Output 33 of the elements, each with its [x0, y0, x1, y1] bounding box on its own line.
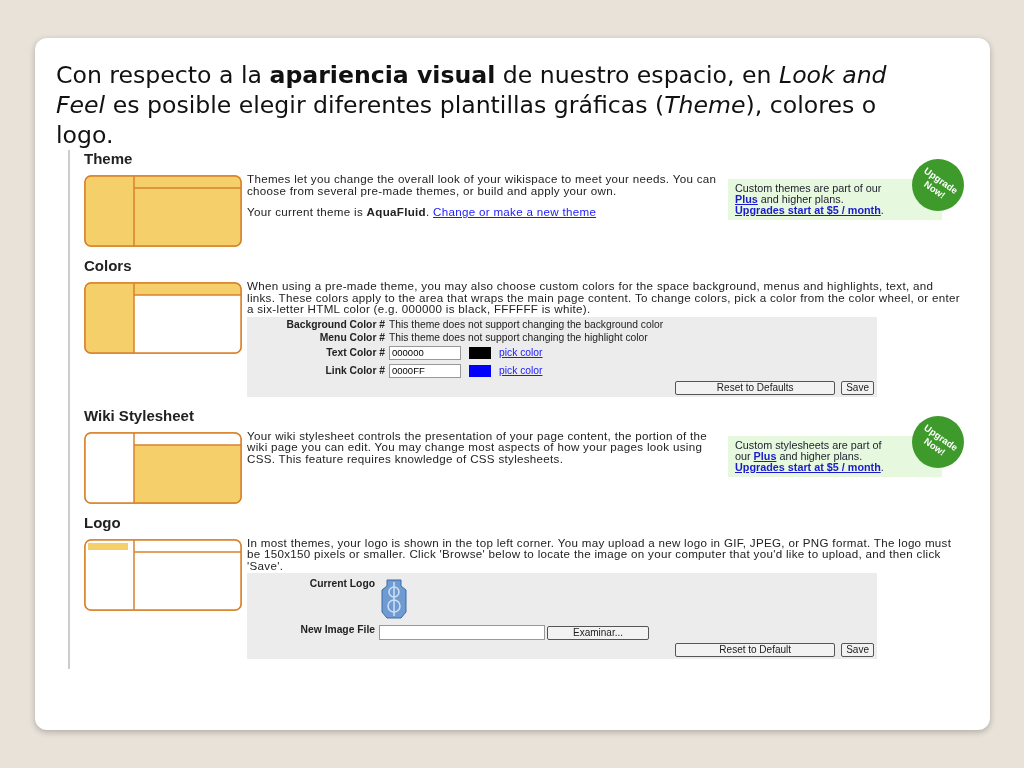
color-input[interactable]: 000000	[389, 345, 461, 360]
browse-button[interactable]: Examinar...	[547, 625, 649, 640]
description-text: In most themes, your logo is shown in the top left corner. You may upload a new logo in GIF, JPEG, or PNG format. The logo must be 150x150 pixels or smaller. Click 'Browse' below to locate the image on your computer that you'd like to upload, and then click 'Save'.	[247, 536, 953, 571]
description-text: When using a pre-made theme, you may also choose custom colors for the space background, menus and highlights, text, and links. These colors apply to the area that wraps the main page content. To change colors, pick a color from the color wheel, or enter a six-letter HTML color (e.g. 000000 is black, FFFFFF is white).	[247, 280, 961, 315]
field-label: Current Logo	[308, 578, 375, 589]
field-label: Menu Color #	[318, 331, 385, 343]
file-input[interactable]	[379, 625, 545, 640]
note-text: This theme does not support changing the highlight color	[389, 331, 648, 343]
field-label: Link Color #	[324, 365, 385, 376]
section-title: Logo	[84, 513, 122, 533]
pick-color-link[interactable]: pick color	[499, 365, 543, 376]
description-text: Themes let you change the overall look of your wikispace to meet your needs. You can choose from several pre-made themes, or build and apply your own.	[247, 173, 718, 196]
current-theme-text: Your current theme is AquaFluid.	[247, 205, 430, 218]
upgrade-link[interactable]: Plus	[753, 449, 777, 462]
upgrade-link[interactable]: Upgrades start at $5 / month	[735, 204, 881, 216]
upgrade-link[interactable]: Plus	[735, 193, 758, 205]
save-button[interactable]: Save	[841, 643, 874, 657]
description-text: Your wiki stylesheet controls the presentation of your page content, the portion of the wiki page you can edit. You may change most aspects of how your pages look using CSS. This feature requires knowledge of CSS stylesheets.	[247, 429, 709, 464]
color-input[interactable]: 0000FF	[389, 363, 461, 378]
pick-color-link[interactable]: pick color	[499, 347, 543, 358]
section-title: Colors	[84, 257, 133, 276]
note-text: This theme does not support changing the background color	[389, 318, 664, 330]
field-label: New Image File	[299, 624, 375, 635]
intro-paragraph: Con respecto a la apariencia visual de nuestro espacio, en Look and Feel es posible elegir diferentes plantillas gráficas (Theme), colores o logo.	[56, 60, 888, 150]
reset-button[interactable]: Reset to Default	[675, 643, 836, 657]
field-label: Background Color #	[285, 318, 385, 330]
upgrade-note: Custom stylesheets are part of our Plus and higher plans. Upgrades start at $5 / month.	[735, 439, 883, 473]
change-theme-link[interactable]: Change or make a new theme	[433, 205, 597, 218]
logo-icon	[379, 578, 409, 620]
upgrade-note: Custom themes are part of our Plus and higher plans. Upgrades start at $5 / month.	[735, 183, 883, 216]
field-label: Text Color #	[325, 347, 385, 358]
reset-button[interactable]: Reset to Defaults	[675, 380, 836, 395]
save-button[interactable]: Save	[841, 380, 874, 395]
